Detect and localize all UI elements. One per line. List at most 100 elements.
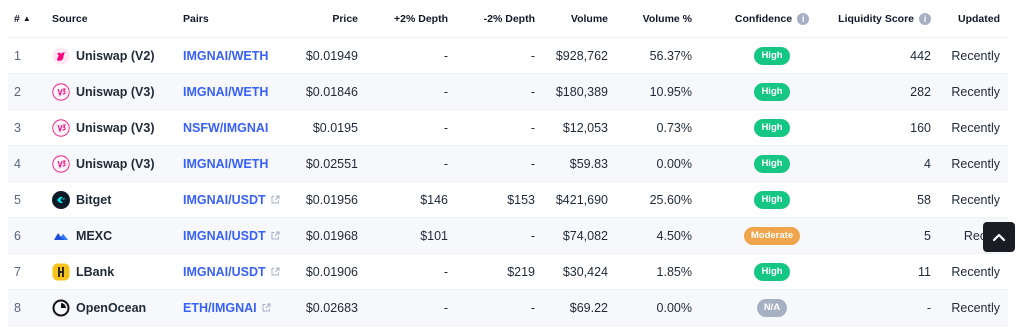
confidence-badge: High — [754, 154, 790, 173]
markets-table: # ▲ Source Pairs Price +2% Depth -2% Dep… — [8, 0, 1008, 326]
source-name: OpenOcean — [76, 300, 147, 315]
info-icon[interactable]: i — [797, 12, 810, 25]
header-confidence-label: Confidence — [734, 12, 793, 25]
depth-plus-cell: - — [443, 264, 448, 279]
table-row: 5 Bitget IMGNAI/USDT $0.01956 $146 $153 $421,6… — [8, 182, 1008, 218]
liquidity-cell: 282 — [910, 84, 931, 99]
header-volume-pct[interactable]: Volume % — [618, 0, 692, 37]
source-name: MEXC — [76, 228, 113, 243]
depth-plus-cell: - — [443, 48, 448, 63]
external-link-icon[interactable] — [262, 301, 271, 315]
source-cell[interactable]: MEXC — [52, 218, 172, 253]
source-cell[interactable]: Bitget — [52, 182, 172, 217]
uniswap-v3-icon — [52, 82, 70, 101]
price-cell: $0.0195 — [312, 120, 358, 135]
header-depth-plus[interactable]: +2% Depth — [368, 0, 448, 37]
scroll-to-top-button[interactable] — [983, 222, 1015, 252]
updated-cell: Recently — [951, 192, 1000, 207]
bitget-icon — [52, 190, 70, 209]
source-cell[interactable]: Uniswap (V3) — [52, 110, 172, 145]
header-liquidity-label: Liquidity Score — [838, 12, 914, 25]
rank-cell: 7 — [14, 264, 21, 279]
source-cell[interactable]: Uniswap (V3) — [52, 74, 172, 109]
table-row: 2 Uniswap (V3) IMGNAI/WETH $0.01846 - - $180,3… — [8, 74, 1008, 110]
confidence-badge: Moderate — [743, 226, 801, 245]
confidence-badge: High — [754, 82, 790, 101]
header-rank[interactable]: # ▲ — [14, 0, 54, 37]
liquidity-cell: 58 — [917, 192, 931, 207]
header-confidence[interactable]: Confidence i — [728, 0, 816, 37]
volume-cell: $12,053 — [562, 120, 608, 135]
volume-cell: $59.83 — [569, 156, 608, 171]
volume-cell: $421,690 — [555, 192, 608, 207]
updated-cell: Recently — [951, 264, 1000, 279]
price-cell: $0.01968 — [305, 228, 358, 243]
header-price[interactable]: Price — [278, 0, 358, 37]
confidence-cell: High — [728, 110, 816, 145]
confidence-cell: High — [728, 38, 816, 73]
uniswap-v3-icon — [52, 118, 70, 137]
source-cell[interactable]: Uniswap (V2) — [52, 38, 172, 73]
uniswap-v2-icon — [52, 47, 70, 65]
rank-cell: 2 — [14, 84, 21, 99]
uniswap-v3-icon — [52, 154, 70, 173]
header-liquidity[interactable]: Liquidity Score i — [828, 0, 931, 37]
liquidity-cell: 160 — [910, 120, 931, 135]
liquidity-cell: 11 — [918, 264, 931, 279]
sort-ascending-icon[interactable]: ▲ — [23, 14, 31, 23]
confidence-cell: N/A — [728, 290, 816, 325]
table-row: 6 MEXC IMGNAI/USDT $0.01968 $101 - $74,082 4.50… — [8, 218, 1008, 254]
price-cell: $0.01906 — [305, 264, 358, 279]
depth-minus-cell: $219 — [507, 264, 535, 279]
updated-cell: Recently — [951, 120, 1000, 135]
volume-pct-cell: 1.85% — [656, 264, 692, 279]
pair-label: NSFW/IMGNAI — [183, 120, 269, 135]
confidence-badge: High — [754, 118, 790, 137]
depth-minus-cell: - — [530, 300, 535, 315]
volume-pct-cell: 56.37% — [649, 48, 692, 63]
confidence-cell: High — [728, 146, 816, 181]
pair-label: IMGNAI/WETH — [183, 156, 269, 171]
source-name: Bitget — [76, 192, 112, 207]
confidence-badge: N/A — [756, 298, 788, 317]
source-cell[interactable]: LBank — [52, 254, 172, 289]
source-name: Uniswap (V3) — [76, 120, 155, 135]
depth-minus-cell: - — [530, 84, 535, 99]
depth-minus-cell: - — [530, 228, 535, 243]
table-row: 4 Uniswap (V3) IMGNAI/WETH $0.02551 - - $59.83… — [8, 146, 1008, 182]
updated-cell: Recently — [951, 84, 1000, 99]
rank-cell: 4 — [14, 156, 21, 171]
depth-minus-cell: - — [530, 156, 535, 171]
depth-minus-cell: $153 — [507, 192, 535, 207]
pair-label: IMGNAI/USDT — [183, 264, 266, 279]
info-icon[interactable]: i — [919, 12, 931, 25]
header-depth-minus[interactable]: -2% Depth — [458, 0, 535, 37]
volume-cell: $928,762 — [555, 48, 608, 63]
source-cell[interactable]: OpenOcean — [52, 290, 172, 325]
volume-pct-cell: 4.50% — [656, 228, 692, 243]
rank-cell: 8 — [14, 300, 21, 315]
header-volume[interactable]: Volume — [538, 0, 608, 37]
pair-label: IMGNAI/WETH — [183, 48, 269, 63]
confidence-badge: High — [754, 46, 790, 65]
updated-cell: Recently — [951, 48, 1000, 63]
header-updated[interactable]: Updated — [943, 0, 1000, 37]
price-cell: $0.01949 — [305, 48, 358, 63]
liquidity-cell: 442 — [910, 48, 931, 63]
price-cell: $0.01846 — [305, 84, 358, 99]
source-name: LBank — [76, 264, 115, 279]
volume-cell: $30,424 — [562, 264, 608, 279]
header-source[interactable]: Source — [52, 0, 172, 37]
depth-plus-cell: - — [443, 120, 448, 135]
volume-pct-cell: 10.95% — [649, 84, 692, 99]
volume-cell: $74,082 — [562, 228, 608, 243]
chevron-up-icon — [992, 233, 1006, 242]
volume-pct-cell: 25.60% — [649, 192, 692, 207]
rank-cell: 6 — [14, 228, 21, 243]
source-cell[interactable]: Uniswap (V3) — [52, 146, 172, 181]
source-name: Uniswap (V2) — [76, 48, 155, 63]
pair-label: IMGNAI/USDT — [183, 192, 266, 207]
confidence-cell: High — [728, 74, 816, 109]
price-cell: $0.01956 — [305, 192, 358, 207]
openocean-icon — [52, 299, 70, 317]
